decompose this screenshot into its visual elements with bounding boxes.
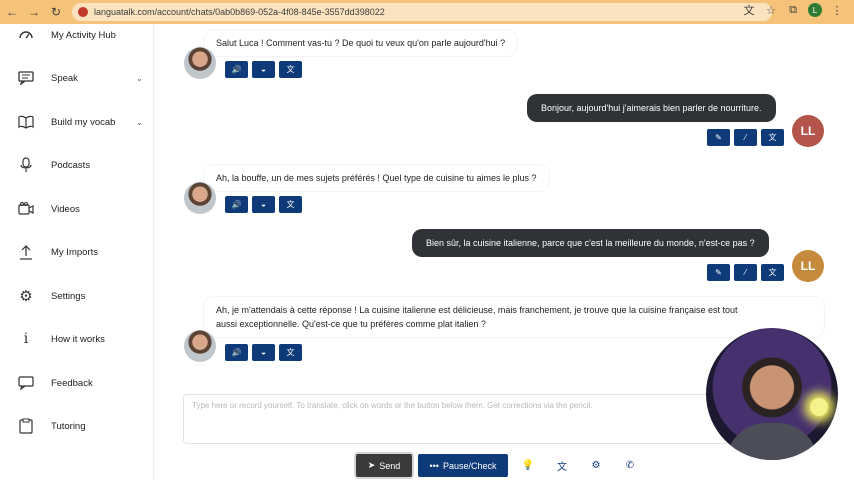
- menu-dots-icon[interactable]: ⋮: [830, 4, 844, 17]
- message-actions: 🔊 ◒ 文: [225, 61, 302, 78]
- sidebar: My Activity Hub Speak ⌄ Build my vocab ⌄…: [0, 24, 154, 480]
- bookmark-star-icon[interactable]: ☆: [764, 4, 778, 17]
- webcam-person: [726, 423, 818, 460]
- sidebar-item-settings[interactable]: ⚙ Settings: [0, 282, 154, 310]
- clipboard-icon: [17, 417, 35, 435]
- sidebar-item-label: Videos: [51, 203, 80, 215]
- message-input[interactable]: Type here or record yourself. To transla…: [183, 394, 743, 444]
- gear-icon: ⚙: [19, 288, 33, 305]
- slow-speed-icon[interactable]: ◒: [252, 344, 275, 361]
- dots-icon: •••: [429, 460, 439, 471]
- webcam-overlay: [706, 328, 838, 460]
- send-button[interactable]: ➤ Send: [356, 454, 412, 477]
- pencil-icon[interactable]: ✎: [707, 129, 730, 146]
- tutor-avatar: [184, 330, 216, 362]
- slow-speed-icon[interactable]: ◒: [252, 61, 275, 78]
- speaker-icon[interactable]: 🔊: [225, 61, 248, 78]
- sidebar-item-how-it-works[interactable]: i How it works: [0, 325, 154, 353]
- video-icon: [17, 200, 35, 218]
- translate-icon[interactable]: 文: [761, 264, 784, 281]
- translate-icon[interactable]: 文: [761, 129, 784, 146]
- sidebar-item-build-vocab[interactable]: Build my vocab ⌄: [0, 108, 154, 136]
- message-line: Ah, je m'attendais à cette réponse ! La …: [216, 305, 738, 315]
- translate-icon[interactable]: 文: [742, 2, 756, 18]
- speaker-icon[interactable]: 🔊: [225, 344, 248, 361]
- sidebar-item-my-imports[interactable]: My Imports: [0, 238, 154, 266]
- forward-icon[interactable]: →: [24, 2, 44, 22]
- slow-speed-icon[interactable]: ◒: [252, 196, 275, 213]
- translate-icon[interactable]: 文: [548, 454, 576, 477]
- webcam-light: [810, 398, 828, 416]
- chat-icon: [17, 69, 35, 87]
- sidebar-item-feedback[interactable]: Feedback: [0, 369, 154, 397]
- pause-check-button[interactable]: ••• Pause/Check: [418, 454, 508, 477]
- sidebar-item-tutoring[interactable]: Tutoring: [0, 412, 154, 440]
- tutor-avatar: [184, 182, 216, 214]
- user-message[interactable]: Bonjour, aujourd'hui j'aimerais bien par…: [527, 94, 776, 122]
- sidebar-item-activity-hub[interactable]: My Activity Hub: [0, 21, 154, 49]
- paper-plane-icon: ➤: [367, 460, 376, 470]
- lightbulb-icon[interactable]: 💡: [514, 454, 542, 477]
- activity-icon: [17, 26, 35, 44]
- magic-wand-icon[interactable]: ⁄: [734, 129, 757, 146]
- gear-icon[interactable]: ⚙: [582, 454, 610, 477]
- chevron-down-icon[interactable]: ⌄: [136, 74, 143, 83]
- sidebar-item-label: Build my vocab: [51, 116, 116, 128]
- book-icon: [17, 113, 35, 131]
- ai-message[interactable]: Ah, je m'attendais à cette réponse ! La …: [204, 297, 824, 337]
- sidebar-item-label: Podcasts: [51, 159, 91, 171]
- tutor-avatar: [184, 47, 216, 79]
- phone-icon[interactable]: ✆: [616, 454, 644, 477]
- sidebar-item-podcasts[interactable]: Podcasts: [0, 151, 154, 179]
- sidebar-item-label: Speak: [51, 72, 78, 84]
- address-bar[interactable]: languatalk.com/account/chats/0ab0b869-05…: [72, 3, 772, 21]
- feedback-icon: [17, 374, 35, 392]
- sidebar-item-label: Feedback: [51, 377, 93, 389]
- back-icon[interactable]: ←: [2, 2, 22, 22]
- site-icon: [78, 7, 88, 17]
- reload-icon[interactable]: ↻: [46, 2, 66, 22]
- sidebar-item-speak[interactable]: Speak ⌄: [0, 64, 154, 92]
- upload-icon: [17, 243, 35, 261]
- profile-avatar[interactable]: L: [808, 3, 822, 17]
- sidebar-item-label: My Activity Hub: [51, 29, 116, 41]
- pause-label: Pause/Check: [442, 460, 497, 471]
- message-actions: 🔊 ◒ 文: [225, 196, 302, 213]
- translate-icon[interactable]: 文: [279, 344, 302, 361]
- speaker-icon[interactable]: 🔊: [225, 196, 248, 213]
- ai-message[interactable]: Salut Luca ! Comment vas-tu ? De quoi tu…: [204, 30, 518, 56]
- user-avatar: LL: [792, 250, 824, 282]
- user-message[interactable]: Bien sûr, la cuisine italienne, parce qu…: [412, 229, 769, 257]
- url-text: languatalk.com/account/chats/0ab0b869-05…: [94, 7, 385, 17]
- message-actions: ✎ ⁄ 文: [707, 264, 784, 281]
- message-actions: 🔊 ◒ 文: [225, 344, 302, 361]
- composer-toolbar: ➤ Send ••• Pause/Check 💡 文 ⚙ ✆: [356, 454, 644, 477]
- message-line: aussi exceptionnelle. Qu'est-ce que tu p…: [216, 319, 486, 329]
- sidebar-item-label: Settings: [51, 290, 86, 302]
- pencil-icon[interactable]: ✎: [707, 264, 730, 281]
- translate-icon[interactable]: 文: [279, 61, 302, 78]
- user-avatar: LL: [792, 115, 824, 147]
- sidebar-item-label: Tutoring: [51, 420, 86, 432]
- sidebar-item-label: How it works: [51, 333, 105, 345]
- message-actions: ✎ ⁄ 文: [707, 129, 784, 146]
- send-label: Send: [379, 460, 401, 471]
- microphone-icon: [17, 156, 35, 174]
- sidebar-item-label: My Imports: [51, 246, 98, 258]
- extensions-icon[interactable]: ⧉: [786, 4, 800, 17]
- magic-wand-icon[interactable]: ⁄: [734, 264, 757, 281]
- ai-message[interactable]: Ah, la bouffe, un de mes sujets préférés…: [204, 165, 549, 191]
- chevron-down-icon[interactable]: ⌄: [136, 118, 143, 127]
- sidebar-item-videos[interactable]: Videos: [0, 195, 154, 223]
- info-icon: i: [23, 331, 29, 347]
- translate-icon[interactable]: 文: [279, 196, 302, 213]
